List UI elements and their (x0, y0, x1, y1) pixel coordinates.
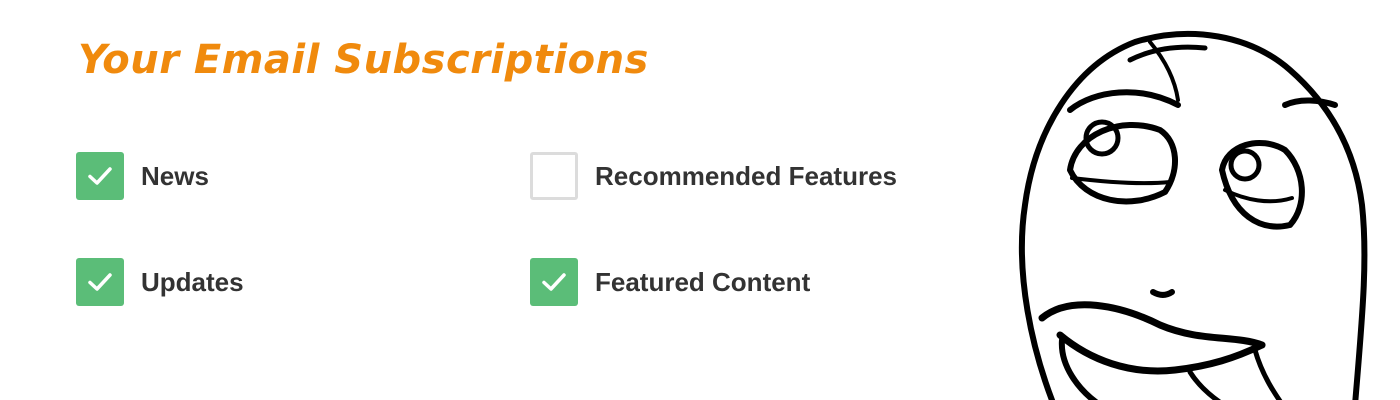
news-label: News (141, 160, 209, 191)
recommended-features-checkbox[interactable] (530, 152, 578, 200)
checkmark-icon (88, 273, 112, 291)
updates-label: Updates (141, 266, 244, 297)
featured-content-label: Featured Content (595, 266, 811, 297)
page-title: Your Email Subscriptions (78, 37, 649, 83)
news-checkbox[interactable] (76, 152, 124, 200)
featured-content-checkbox[interactable] (530, 258, 578, 306)
updates-checkbox[interactable] (76, 258, 124, 306)
subscription-news[interactable]: News (76, 152, 209, 200)
thinking-face-icon (1018, 30, 1368, 400)
checkmark-icon (542, 273, 566, 291)
subscription-featured-content[interactable]: Featured Content (530, 258, 810, 306)
subscription-recommended-features[interactable]: Recommended Features (530, 152, 897, 200)
checkmark-icon (88, 167, 112, 185)
recommended-features-label: Recommended Features (595, 160, 897, 191)
subscription-updates[interactable]: Updates (76, 258, 244, 306)
